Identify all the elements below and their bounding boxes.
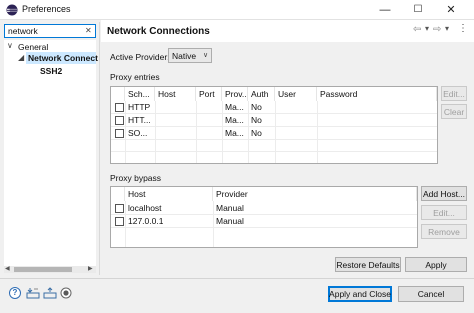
scroll-left-icon[interactable]: ◀ — [5, 265, 10, 272]
tree-item-label: Network Connect — [28, 53, 98, 63]
active-provider-label: Active Provider: — [110, 52, 170, 62]
cancel-button[interactable]: Cancel — [398, 286, 464, 302]
cell-scheme: HTT... — [128, 115, 151, 125]
maximize-button[interactable]: ☐ — [403, 2, 433, 18]
row-checkbox[interactable] — [115, 103, 124, 112]
cell-scheme: HTTP — [128, 102, 151, 112]
proxy-bypass-label: Proxy bypass — [110, 173, 162, 183]
cell-host: localhost — [128, 203, 162, 213]
export-icon[interactable] — [43, 287, 57, 299]
tree-item-ssh2[interactable]: SSH2 — [40, 66, 62, 76]
pane-splitter[interactable] — [99, 22, 100, 275]
row-divider — [111, 139, 437, 140]
chevron-down-icon: ∨ — [203, 52, 209, 59]
add-host-button[interactable]: Add Host... — [421, 186, 467, 201]
back-icon[interactable]: ⇦ — [413, 24, 421, 35]
column-header-provider[interactable]: Provider — [213, 187, 417, 201]
footer-divider — [0, 278, 474, 279]
apply-button[interactable]: Apply — [405, 257, 467, 272]
eclipse-app-icon — [6, 4, 18, 16]
filter-input[interactable]: network ✕ — [4, 24, 96, 38]
tree-expander-icon[interactable]: ∨ — [7, 41, 13, 50]
cell-auth: No — [251, 128, 262, 138]
help-icon[interactable]: ? — [9, 287, 21, 299]
title-bar: Preferences — ☐ ✕ — [0, 0, 474, 20]
scroll-right-icon[interactable]: ▶ — [88, 265, 93, 272]
forward-icon[interactable]: ⇨ — [433, 24, 441, 35]
column-header-checkbox[interactable] — [111, 87, 125, 101]
active-provider-value: Native — [172, 51, 197, 61]
cell-scheme: SO... — [128, 128, 148, 138]
cell-provider: Ma... — [225, 102, 244, 112]
page-header: Network Connections ⇦ ▾ ⇨ ▾ ⋮ — [101, 20, 474, 42]
cell-provider: Manual — [216, 216, 244, 226]
proxy-entries-table: Sch... Host Port Prov... Auth User Passw… — [110, 86, 438, 164]
forward-history-dropdown-icon[interactable]: ▾ — [445, 24, 449, 33]
window-title: Preferences — [22, 4, 71, 14]
preferences-tree: ∨ General ◢ Network Connect SSH2 ◀ ▶ — [4, 40, 98, 273]
cell-auth: No — [251, 102, 262, 112]
cell-provider: Ma... — [225, 115, 244, 125]
table-row[interactable]: 127.0.0.1 Manual — [111, 215, 417, 227]
column-header-user[interactable]: User — [275, 87, 317, 101]
restore-defaults-button[interactable]: Restore Defaults — [335, 257, 401, 272]
column-header-port[interactable]: Port — [196, 87, 222, 101]
tree-horizontal-scrollbar[interactable]: ◀ ▶ — [4, 266, 96, 273]
cell-auth: No — [251, 115, 262, 125]
page-title: Network Connections — [107, 26, 210, 37]
close-window-button[interactable]: ✕ — [436, 2, 466, 18]
view-menu-icon[interactable]: ⋮ — [458, 23, 468, 34]
tree-expander-icon: ◢ — [18, 53, 25, 62]
cell-host: 127.0.0.1 — [128, 216, 164, 226]
active-provider-select[interactable]: Native ∨ — [168, 48, 212, 63]
clear-filter-icon[interactable]: ✕ — [85, 26, 92, 35]
column-header-password[interactable]: Password — [317, 87, 437, 101]
tree-item-general[interactable]: General — [18, 42, 48, 52]
column-header-host[interactable]: Host — [155, 87, 196, 101]
table-row[interactable]: HTT... Ma... No — [111, 114, 437, 126]
cell-provider: Manual — [216, 203, 244, 213]
minimize-button[interactable]: — — [370, 2, 400, 18]
column-header-host[interactable]: Host — [125, 187, 213, 201]
row-checkbox[interactable] — [115, 129, 124, 138]
tree-item-network-connections[interactable]: Network Connect — [26, 52, 98, 64]
import-icon[interactable] — [26, 287, 40, 299]
row-divider — [111, 227, 417, 228]
bypass-remove-button[interactable]: Remove — [421, 224, 467, 239]
table-row[interactable]: localhost Manual — [111, 202, 417, 214]
row-divider — [111, 151, 437, 152]
row-checkbox[interactable] — [115, 204, 124, 213]
proxy-bypass-table: Host Provider localhost Manual 127.0.0.1… — [110, 186, 418, 248]
column-header-auth[interactable]: Auth — [248, 87, 275, 101]
filter-input-value: network — [8, 26, 38, 36]
proxy-entry-edit-button[interactable]: Edit... — [441, 86, 467, 101]
back-history-dropdown-icon[interactable]: ▾ — [425, 24, 429, 33]
row-checkbox[interactable] — [115, 116, 124, 125]
proxy-entry-clear-button[interactable]: Clear — [441, 104, 467, 119]
proxy-entries-label: Proxy entries — [110, 72, 160, 82]
row-checkbox[interactable] — [115, 217, 124, 226]
column-header-scheme[interactable]: Sch... — [125, 87, 155, 101]
table-row[interactable]: HTTP Ma... No — [111, 101, 437, 113]
bypass-edit-button[interactable]: Edit... — [421, 205, 467, 220]
column-header-checkbox[interactable] — [111, 187, 125, 201]
column-header-provider[interactable]: Prov... — [222, 87, 248, 101]
cell-provider: Ma... — [225, 128, 244, 138]
record-icon[interactable] — [60, 287, 72, 299]
scrollbar-thumb[interactable] — [14, 267, 72, 272]
table-row[interactable]: SO... Ma... No — [111, 127, 437, 139]
apply-and-close-button[interactable]: Apply and Close — [328, 286, 392, 302]
